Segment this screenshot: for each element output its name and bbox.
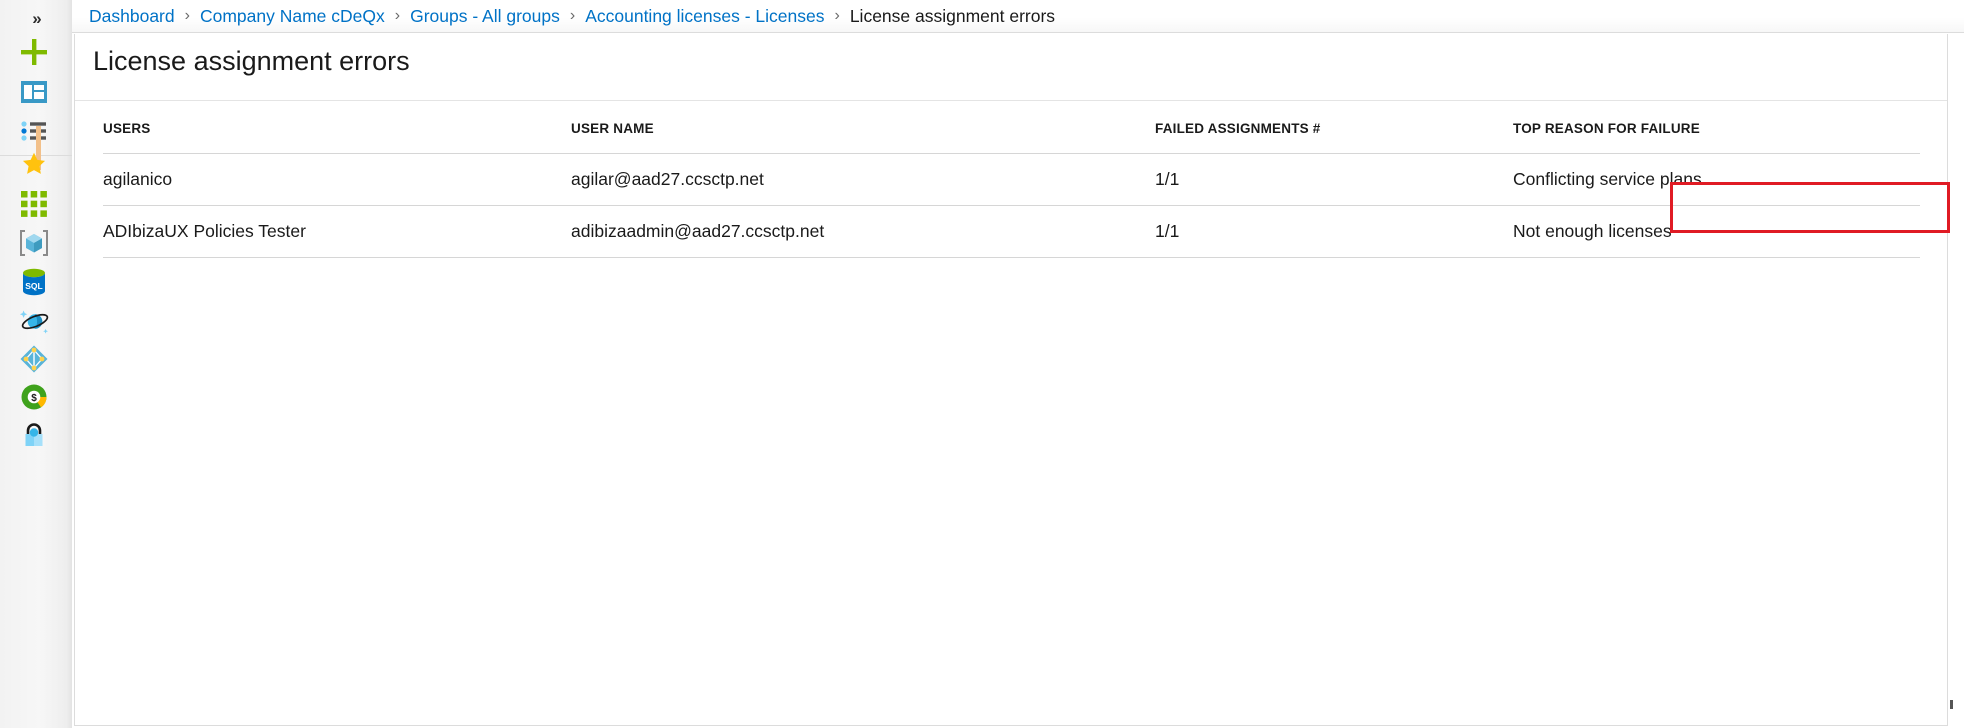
title-divider bbox=[75, 100, 1947, 101]
breadcrumb-item-company[interactable]: Company Name cDeQx bbox=[200, 6, 385, 27]
vm-diamond-icon bbox=[19, 344, 49, 379]
license-assignment-errors-blade: License assignment errors USERS USER NAM… bbox=[74, 34, 1953, 726]
license-errors-table: USERS USER NAME FAILED ASSIGNMENTS # TOP… bbox=[103, 104, 1920, 258]
breadcrumb-item-dashboard[interactable]: Dashboard bbox=[89, 6, 175, 27]
breadcrumb-separator: › bbox=[184, 7, 190, 24]
svg-text:SQL: SQL bbox=[25, 281, 42, 291]
cell-username: adibizaadmin@aad27.ccsctp.net bbox=[571, 221, 825, 241]
breadcrumb-separator: › bbox=[569, 7, 576, 24]
breadcrumb: Dashboard › Company Name cDeQx › Groups … bbox=[72, 0, 1964, 33]
cost-donut-icon: $ bbox=[20, 383, 48, 416]
cell-failed-assignments: 1/1 bbox=[1155, 221, 1180, 241]
cell-top-reason: Conflicting service plans bbox=[1513, 169, 1702, 189]
star-icon bbox=[21, 151, 47, 182]
cell-top-reason: Not enough licenses bbox=[1513, 221, 1672, 241]
security-lock-icon bbox=[20, 421, 48, 454]
cell-users: agilanico bbox=[103, 169, 173, 189]
table-row[interactable]: agilanico agilar@aad27.ccsctp.net 1/1 Co… bbox=[103, 154, 1920, 206]
rail-item-security-center[interactable] bbox=[4, 413, 64, 461]
cell-username: agilar@aad27.ccsctp.net bbox=[571, 169, 764, 189]
svg-text:$: $ bbox=[31, 393, 37, 404]
table-row[interactable]: ADIbizaUX Policies Tester adibizaadmin@a… bbox=[103, 206, 1920, 258]
cell-failed-assignments: 1/1 bbox=[1155, 169, 1180, 189]
plus-icon bbox=[19, 37, 49, 72]
column-header-users[interactable]: USERS bbox=[103, 121, 571, 136]
breadcrumb-separator: › bbox=[394, 7, 401, 24]
breadcrumb-item-accounting-licenses[interactable]: Accounting licenses - Licenses bbox=[585, 6, 824, 27]
column-header-failed-assignments[interactable]: FAILED ASSIGNMENTS # bbox=[1155, 121, 1465, 136]
breadcrumb-item-groups[interactable]: Groups - All groups bbox=[410, 6, 560, 27]
page-title: License assignment errors bbox=[93, 46, 410, 76]
left-navigation-rail: » SQL $ bbox=[0, 0, 72, 728]
cosmos-db-planet-icon bbox=[19, 307, 49, 340]
breadcrumb-item-current: License assignment errors bbox=[849, 5, 1056, 26]
column-header-username[interactable]: USER NAME bbox=[571, 121, 1155, 136]
grid-icon bbox=[21, 190, 47, 222]
stray-cursor-artifact bbox=[1950, 700, 1953, 709]
column-header-top-reason[interactable]: TOP REASON FOR FAILURE bbox=[1465, 121, 1920, 136]
breadcrumb-separator: › bbox=[834, 7, 840, 24]
sql-database-icon: SQL bbox=[21, 268, 47, 301]
cube-brackets-icon bbox=[19, 229, 49, 262]
table-header-row: USERS USER NAME FAILED ASSIGNMENTS # TOP… bbox=[103, 104, 1920, 154]
cell-users: ADIbizaUX Policies Tester bbox=[103, 221, 306, 241]
dashboard-icon bbox=[21, 80, 47, 108]
